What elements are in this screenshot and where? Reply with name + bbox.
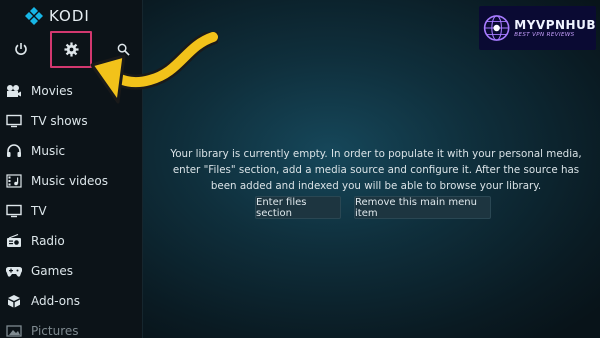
- watermark-title: MYVPNHUB: [514, 18, 596, 32]
- gamepad-icon: [6, 263, 22, 279]
- power-button[interactable]: [12, 40, 30, 58]
- settings-highlight-box: [50, 31, 92, 68]
- nav-item-tv[interactable]: TV: [0, 196, 143, 226]
- globe-logo-icon: [483, 15, 510, 41]
- nav-item-label: Music: [31, 144, 66, 158]
- addons-icon: [6, 293, 22, 309]
- kodi-brand[interactable]: KODI: [24, 6, 90, 26]
- tv-icon: [6, 203, 22, 219]
- nav-item-label: Add-ons: [31, 294, 80, 308]
- nav-item-add-ons[interactable]: Add-ons: [0, 286, 143, 316]
- kodi-window: KODI Movies TV shows Music Music videos …: [0, 0, 600, 338]
- main-menu: Movies TV shows Music Music videos TV Ra…: [0, 76, 143, 338]
- tv-icon: [6, 113, 22, 129]
- watermark-subtitle: BEST VPN REVIEWS: [514, 32, 575, 38]
- pictures-icon: [6, 323, 22, 338]
- power-icon: [15, 43, 27, 55]
- nav-item-label: TV: [31, 204, 47, 218]
- nav-item-pictures[interactable]: Pictures: [0, 316, 143, 338]
- film-icon: [6, 83, 22, 99]
- kodi-brand-name: KODI: [49, 7, 90, 25]
- nav-item-radio[interactable]: Radio: [0, 226, 143, 256]
- nav-item-music-videos[interactable]: Music videos: [0, 166, 143, 196]
- nav-item-label: TV shows: [31, 114, 88, 128]
- nav-item-label: Radio: [31, 234, 65, 248]
- nav-item-label: Movies: [31, 84, 73, 98]
- nav-item-music[interactable]: Music: [0, 136, 143, 166]
- nav-item-label: Pictures: [31, 324, 79, 338]
- kodi-logo-icon: [25, 7, 43, 25]
- music-video-icon: [6, 173, 22, 189]
- remove-menu-item-button[interactable]: Remove this main menu item: [354, 196, 491, 219]
- nav-item-tv-shows[interactable]: TV shows: [0, 106, 143, 136]
- enter-files-section-button[interactable]: Enter files section: [255, 196, 341, 219]
- nav-item-label: Music videos: [31, 174, 108, 188]
- radio-icon: [6, 233, 22, 249]
- headphones-icon: [6, 143, 22, 159]
- nav-item-games[interactable]: Games: [0, 256, 143, 286]
- myvpnhub-watermark: MYVPNHUB BEST VPN REVIEWS: [479, 6, 596, 50]
- pointer-arrow-icon: [90, 32, 218, 104]
- nav-item-label: Games: [31, 264, 73, 278]
- empty-library-message: Your library is currently empty. In orde…: [170, 148, 582, 192]
